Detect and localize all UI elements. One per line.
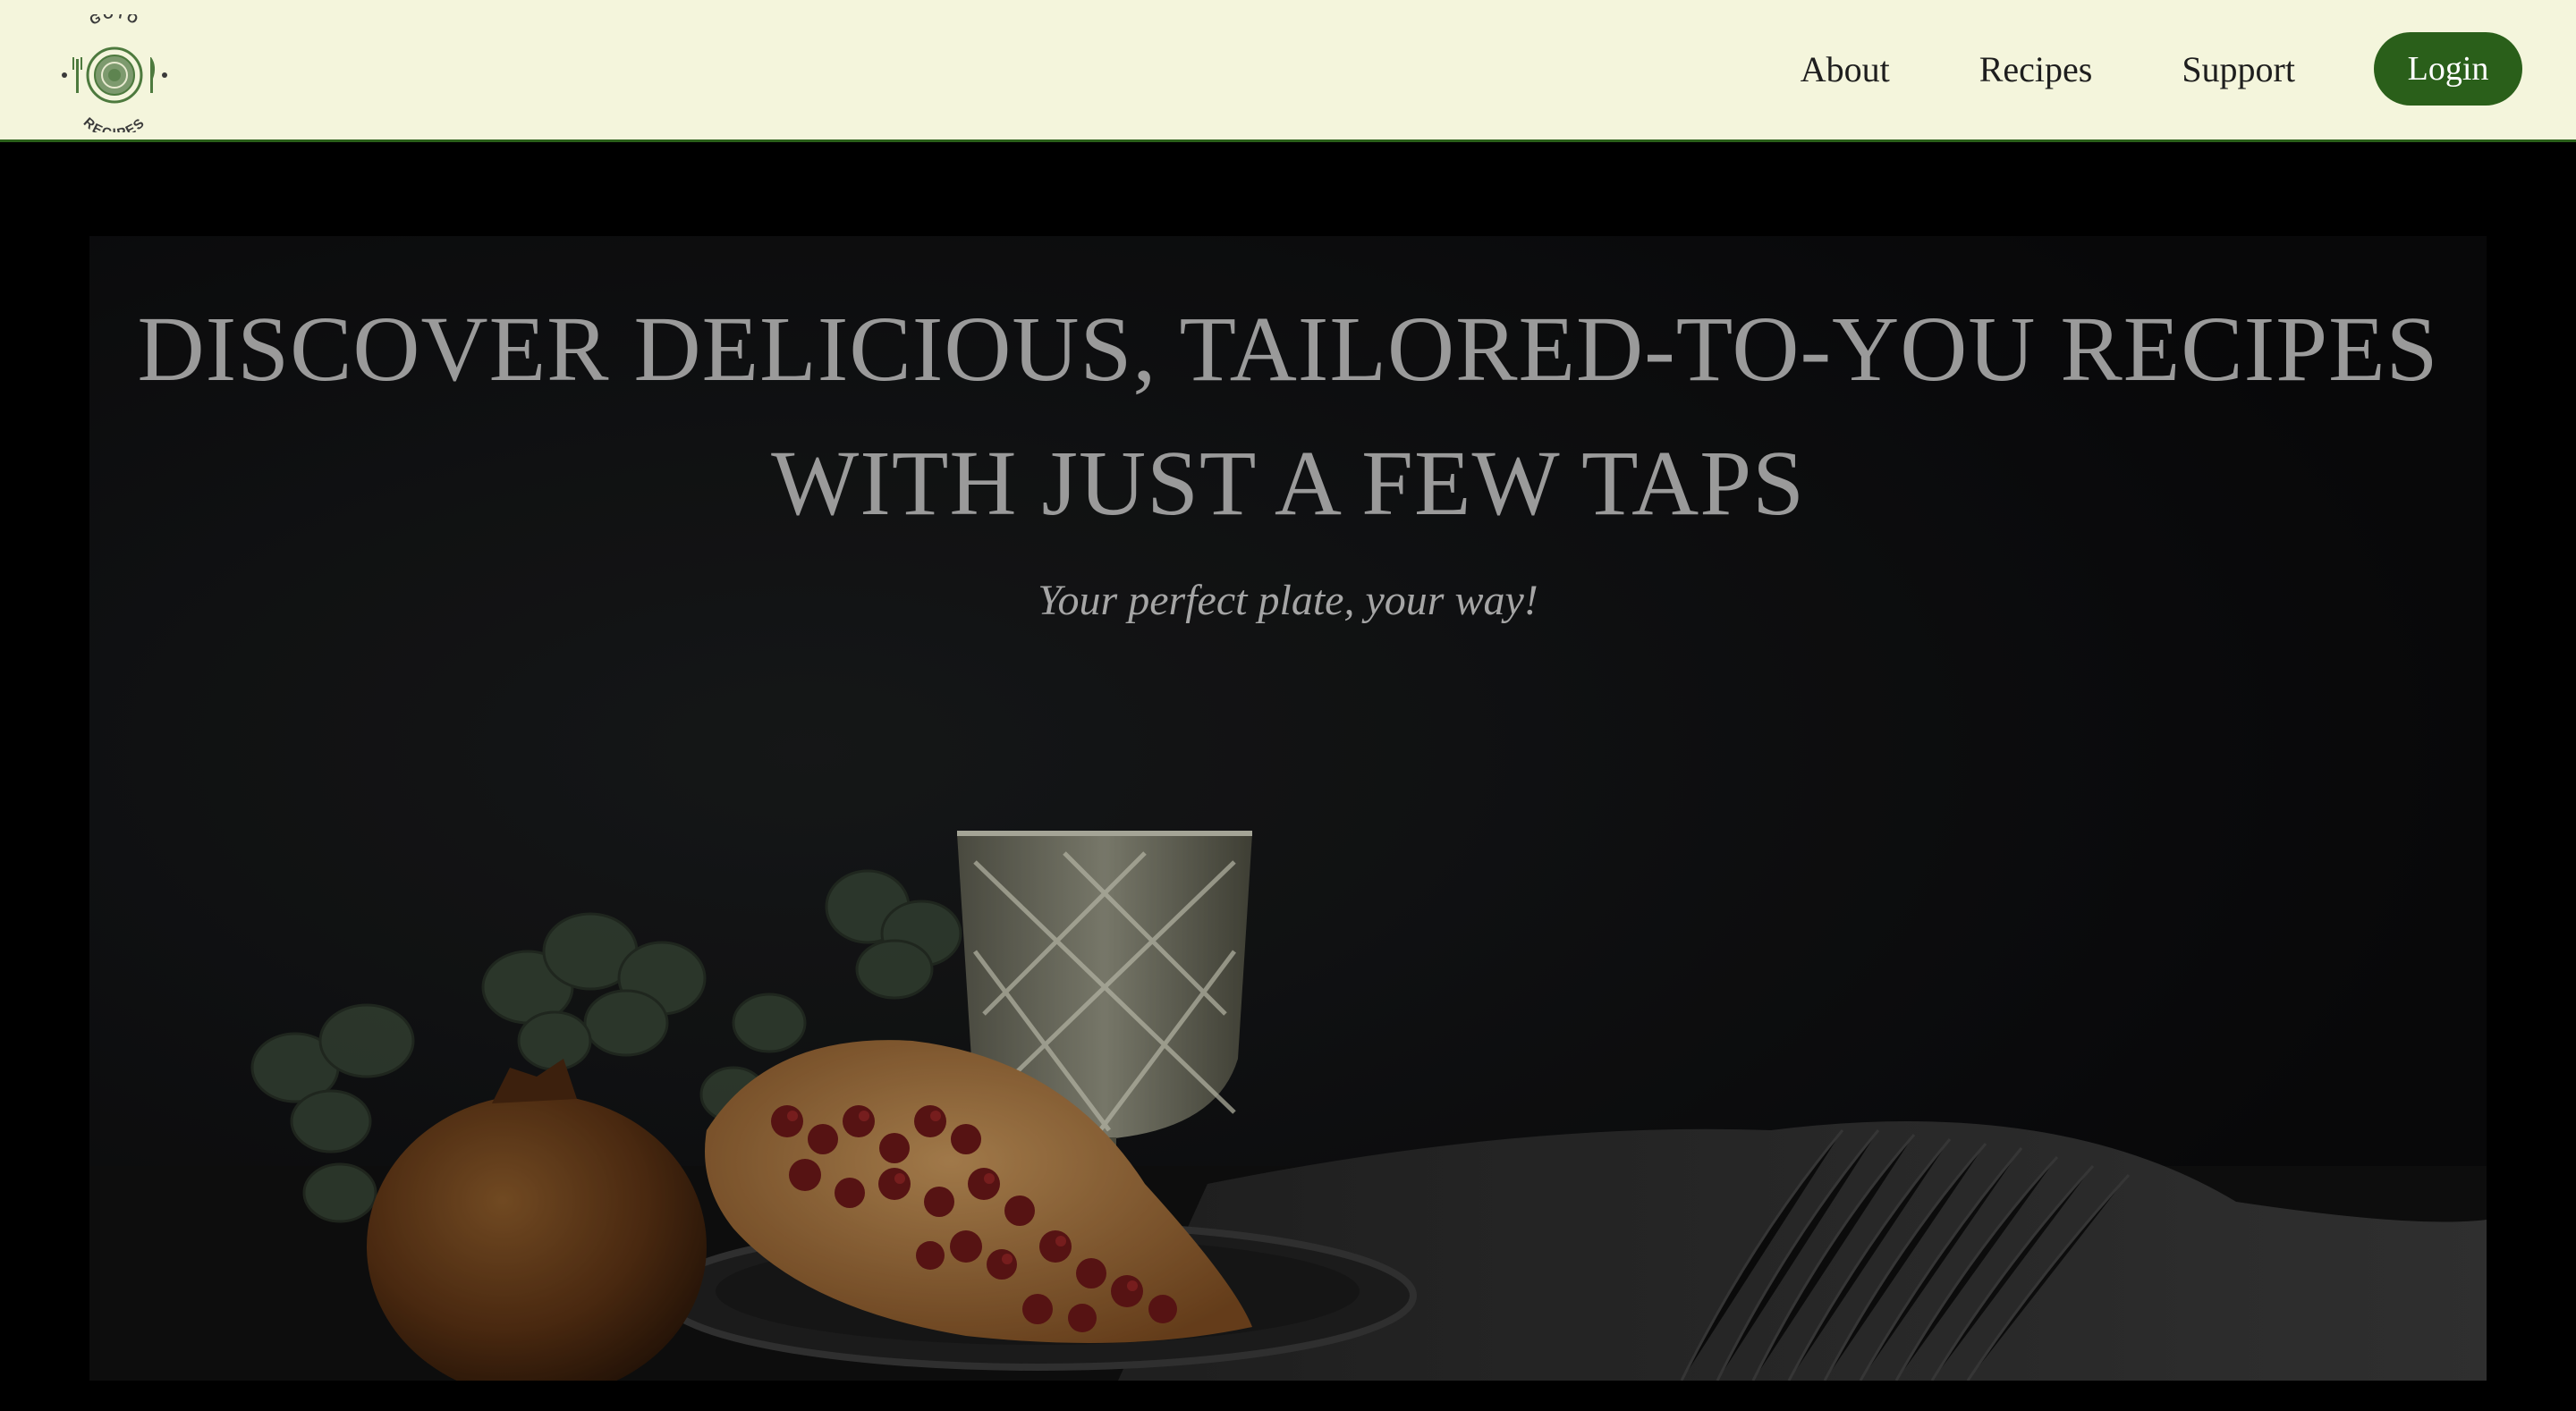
svg-text:GOTO: GOTO <box>87 14 141 29</box>
hero-subtitle: Your perfect plate, your way! <box>1038 577 1538 624</box>
hero-title-line-1: DISCOVER DELICIOUS, TAILORED-TO-YOU RECI… <box>137 298 2439 401</box>
plate-fork-knife-logo-icon: GOTO RECIPES <box>62 6 167 141</box>
logo-bottom-text: RECIPES <box>80 114 147 141</box>
logo-top-text: GOTO <box>87 6 140 29</box>
hero-section: DISCOVER DELICIOUS, TAILORED-TO-YOU RECI… <box>89 236 2487 1381</box>
main-nav: About Recipes Support Login <box>1801 32 2522 106</box>
hero-title-line-2: WITH JUST A FEW TAPS <box>771 432 1805 535</box>
nav-link-recipes[interactable]: Recipes <box>1979 48 2093 90</box>
hero-title: DISCOVER DELICIOUS, TAILORED-TO-YOU RECI… <box>89 283 2487 551</box>
login-button[interactable]: Login <box>2374 32 2522 106</box>
goto-recipes-logo[interactable]: GOTO RECIPES <box>47 6 182 141</box>
top-navbar: GOTO RECIPES About Recipes Support Login <box>0 0 2576 142</box>
nav-link-support[interactable]: Support <box>2182 48 2295 90</box>
svg-text:RECIPES: RECIPES <box>80 114 148 132</box>
nav-link-about[interactable]: About <box>1801 48 1890 90</box>
